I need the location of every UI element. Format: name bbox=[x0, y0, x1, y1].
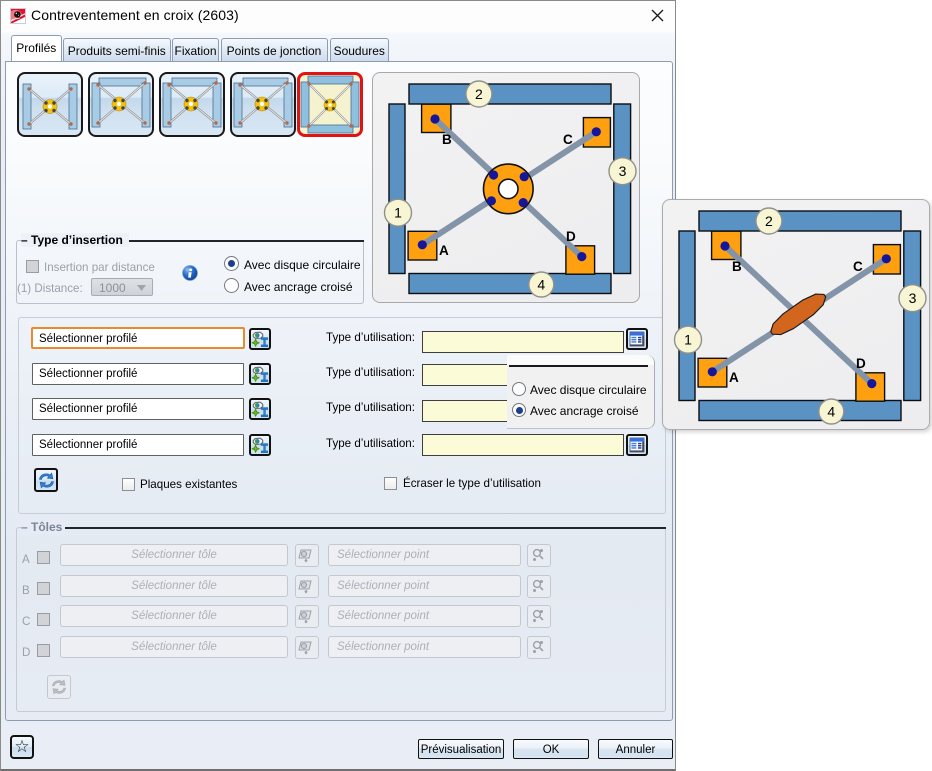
svg-text:B: B bbox=[732, 259, 742, 274]
svg-text:4: 4 bbox=[537, 277, 545, 293]
svg-text:2: 2 bbox=[765, 213, 773, 229]
svg-text:3: 3 bbox=[909, 290, 917, 306]
svg-text:1: 1 bbox=[684, 332, 692, 348]
svg-text:B: B bbox=[442, 132, 452, 147]
svg-text:C: C bbox=[853, 259, 863, 274]
svg-text:4: 4 bbox=[827, 404, 835, 420]
svg-text:2: 2 bbox=[475, 86, 483, 102]
svg-text:A: A bbox=[439, 243, 449, 258]
svg-text:3: 3 bbox=[619, 163, 627, 179]
svg-text:D: D bbox=[566, 229, 576, 244]
svg-text:A: A bbox=[729, 370, 739, 385]
svg-text:C: C bbox=[563, 132, 573, 147]
svg-text:D: D bbox=[856, 356, 866, 371]
svg-text:1: 1 bbox=[394, 205, 402, 221]
